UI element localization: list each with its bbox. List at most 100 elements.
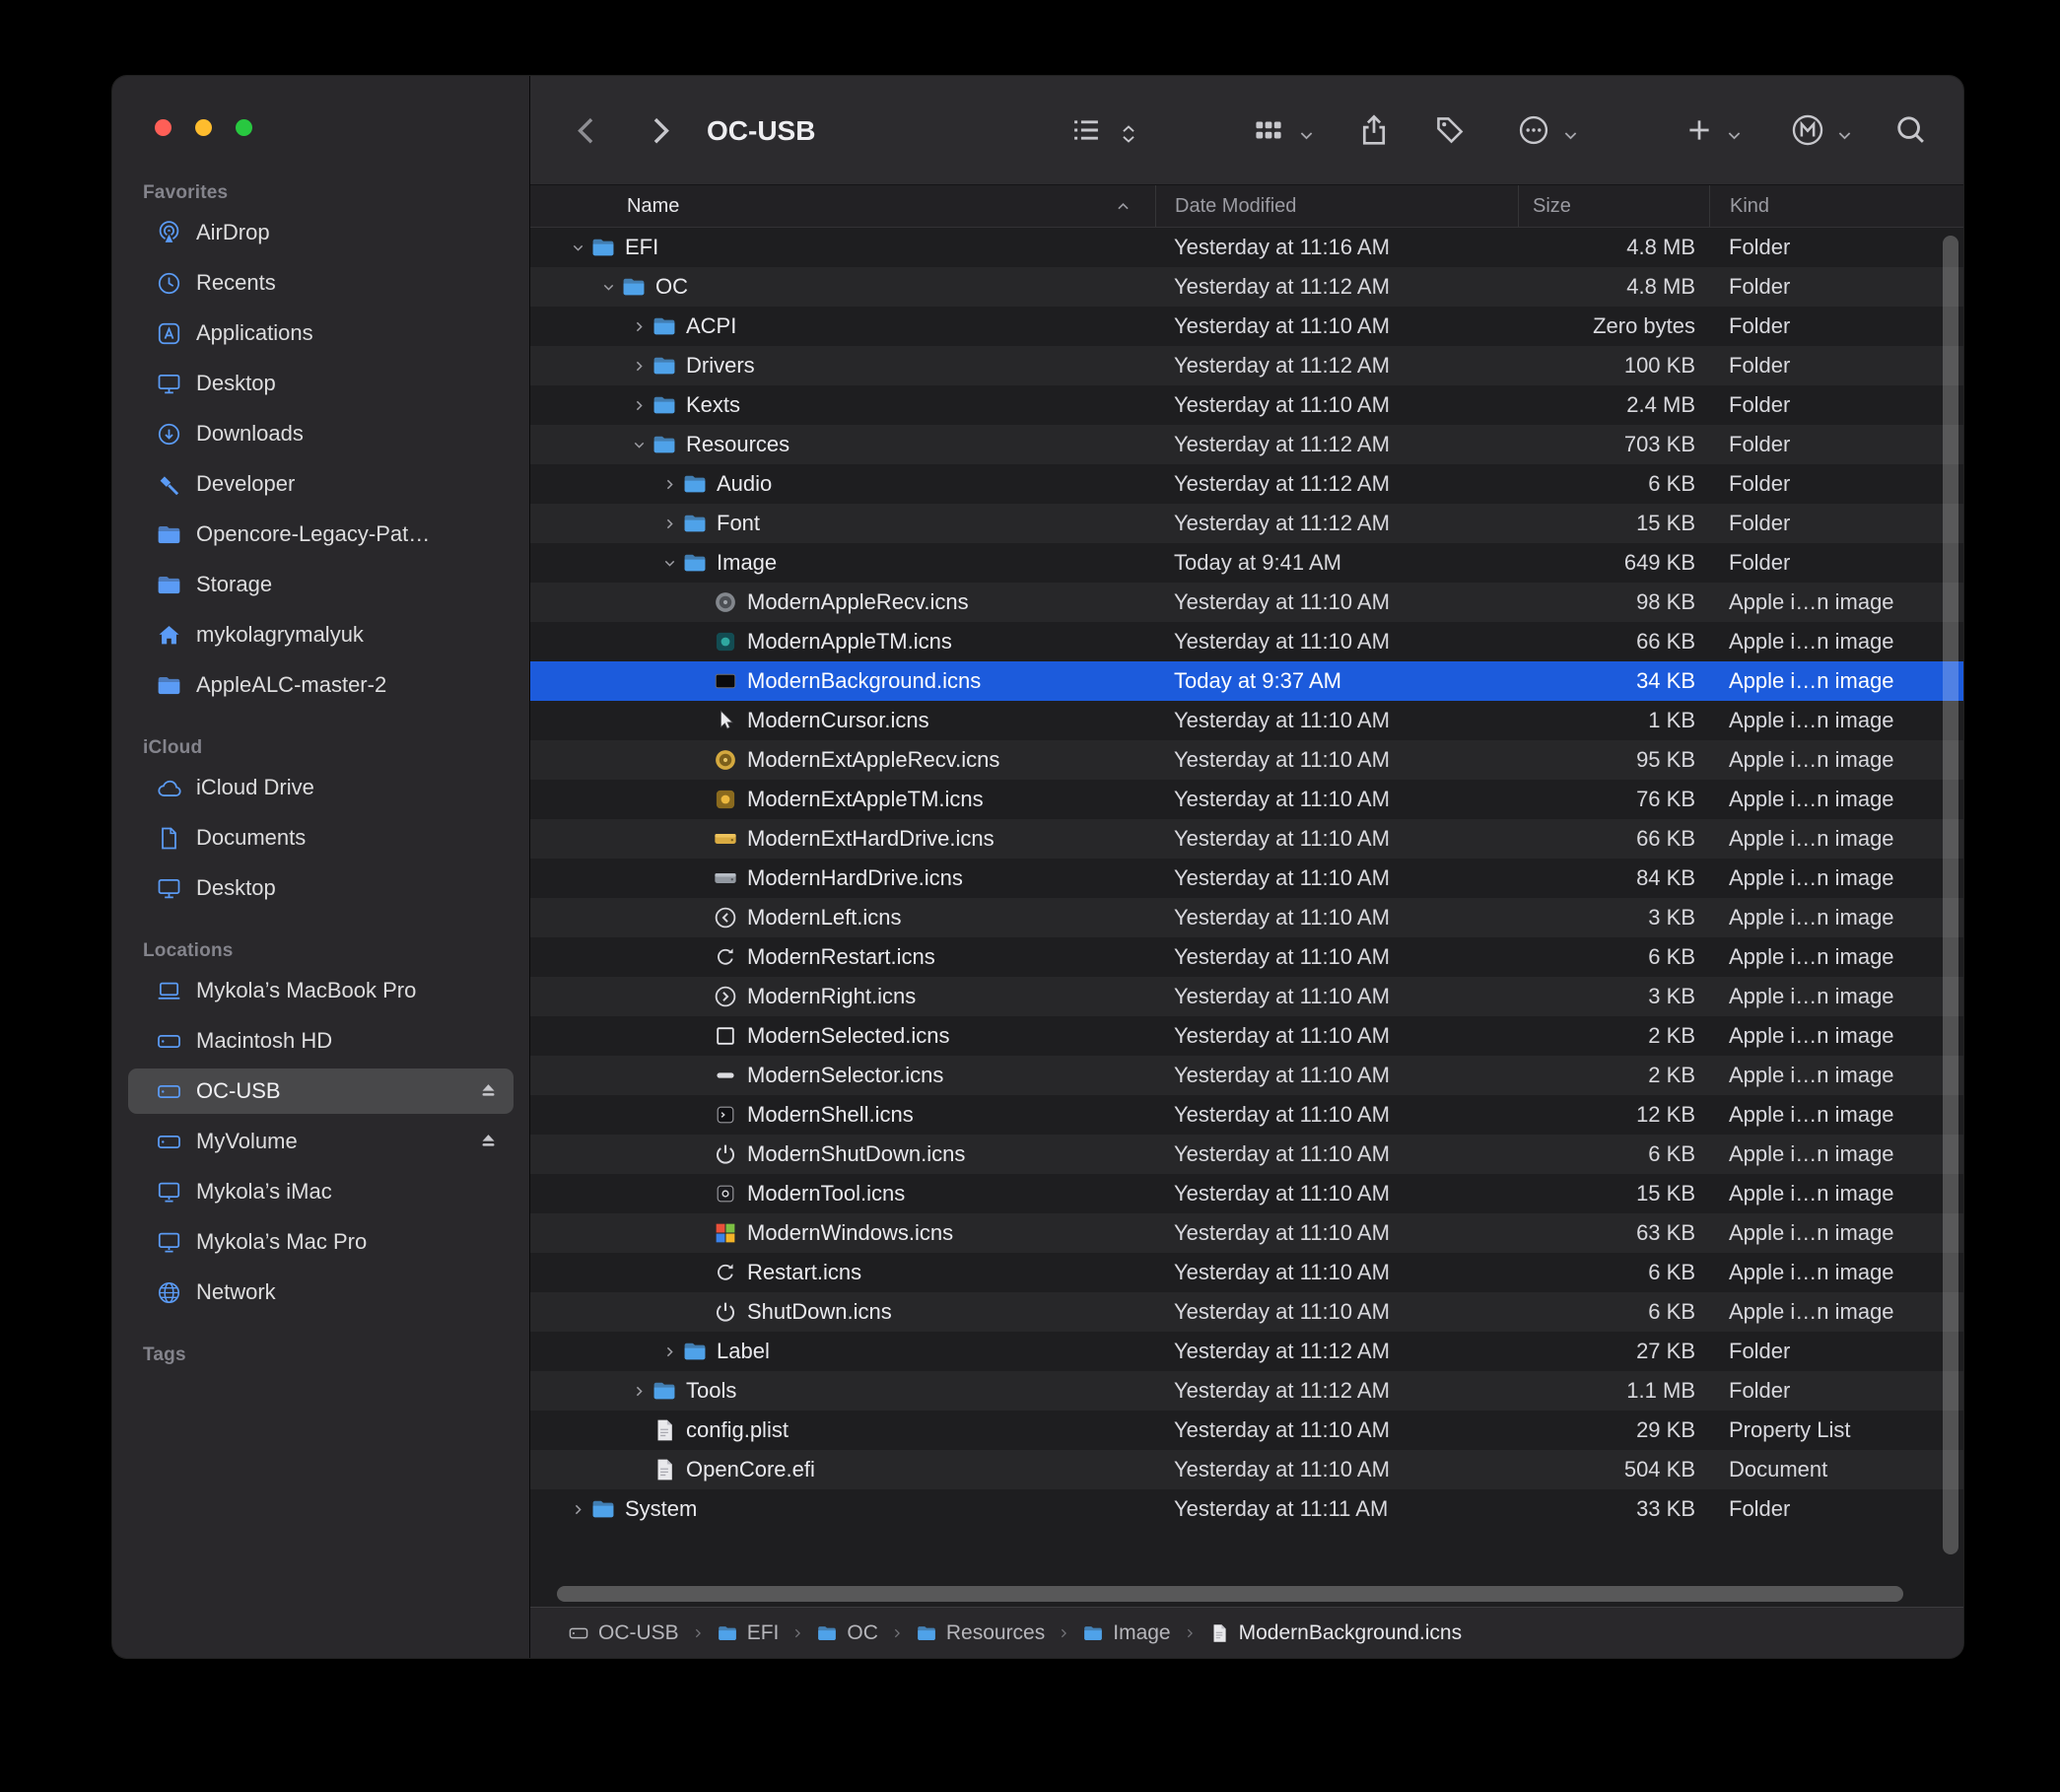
sidebar-item-icloud-drive[interactable]: iCloud Drive: [128, 765, 514, 810]
file-date-modified: Yesterday at 11:10 AM: [1155, 708, 1518, 733]
file-row[interactable]: ModernExtAppleRecv.icns Yesterday at 11:…: [530, 740, 1963, 780]
sidebar-item-mykolagrymalyuk[interactable]: mykolagrymalyuk: [128, 612, 514, 657]
file-row[interactable]: Resources Yesterday at 11:12 AM 703 KB F…: [530, 425, 1963, 464]
file-row[interactable]: Kexts Yesterday at 11:10 AM 2.4 MB Folde…: [530, 385, 1963, 425]
file-row[interactable]: ACPI Yesterday at 11:10 AM Zero bytes Fo…: [530, 307, 1963, 346]
file-row[interactable]: OpenCore.efi Yesterday at 11:10 AM 504 K…: [530, 1450, 1963, 1489]
sidebar-item-desktop[interactable]: Desktop: [128, 361, 514, 406]
file-name-cell: EFI: [530, 235, 1155, 260]
file-row[interactable]: Drivers Yesterday at 11:12 AM 100 KB Fol…: [530, 346, 1963, 385]
column-header-size[interactable]: Size: [1518, 185, 1709, 227]
file-row[interactable]: ModernCursor.icns Yesterday at 11:10 AM …: [530, 701, 1963, 740]
file-row[interactable]: ModernTool.icns Yesterday at 11:10 AM 15…: [530, 1174, 1963, 1213]
new-item-button[interactable]: [1684, 115, 1714, 145]
disclosure-triangle-icon[interactable]: [657, 1340, 682, 1364]
sidebar-item-documents[interactable]: Documents: [128, 815, 514, 861]
file-kind: Apple i…n image: [1709, 708, 1963, 733]
column-header-date-modified[interactable]: Date Modified: [1155, 185, 1518, 227]
file-row[interactable]: Font Yesterday at 11:12 AM 15 KB Folder: [530, 504, 1963, 543]
disclosure-triangle-icon[interactable]: [627, 354, 652, 379]
file-row[interactable]: System Yesterday at 11:11 AM 33 KB Folde…: [530, 1489, 1963, 1529]
view-mode-button[interactable]: [1069, 113, 1103, 147]
breadcrumb-item-image[interactable]: Image: [1082, 1621, 1170, 1645]
forward-button[interactable]: [643, 113, 676, 147]
file-date-modified: Yesterday at 11:10 AM: [1155, 589, 1518, 615]
sidebar-item-airdrop[interactable]: AirDrop: [128, 210, 514, 255]
file-row[interactable]: Tools Yesterday at 11:12 AM 1.1 MB Folde…: [530, 1371, 1963, 1411]
eject-button[interactable]: [477, 1131, 500, 1153]
sidebar-item-mykola-s-imac[interactable]: Mykola’s iMac: [128, 1169, 514, 1214]
sidebar-item-desktop[interactable]: Desktop: [128, 865, 514, 911]
zoom-button[interactable]: [236, 119, 252, 136]
file-row[interactable]: ModernAppleRecv.icns Yesterday at 11:10 …: [530, 583, 1963, 622]
file-row[interactable]: ModernWindows.icns Yesterday at 11:10 AM…: [530, 1213, 1963, 1253]
sidebar-item-storage[interactable]: Storage: [128, 562, 514, 607]
sidebar-item-applealc-master-2[interactable]: AppleALC-master-2: [128, 662, 514, 708]
search-button[interactable]: [1894, 113, 1928, 147]
disclosure-triangle-icon[interactable]: [657, 472, 682, 497]
file-row[interactable]: ModernRestart.icns Yesterday at 11:10 AM…: [530, 937, 1963, 977]
more-actions-button[interactable]: [1517, 113, 1550, 147]
horizontal-scrollbar-thumb[interactable]: [557, 1586, 1903, 1602]
vertical-scrollbar-thumb[interactable]: [1943, 236, 1958, 1554]
sidebar-item-mykola-s-macbook-pro[interactable]: Mykola’s MacBook Pro: [128, 968, 514, 1013]
group-button[interactable]: [1252, 113, 1285, 147]
tags-button[interactable]: [1433, 113, 1467, 147]
file-row[interactable]: ModernExtAppleTM.icns Yesterday at 11:10…: [530, 780, 1963, 819]
sidebar-item-macintosh-hd[interactable]: Macintosh HD: [128, 1018, 514, 1064]
file-row[interactable]: Audio Yesterday at 11:12 AM 6 KB Folder: [530, 464, 1963, 504]
disclosure-triangle-icon[interactable]: [627, 433, 652, 457]
sidebar-item-recents[interactable]: Recents: [128, 260, 514, 306]
sidebar-item-downloads[interactable]: Downloads: [128, 411, 514, 456]
file-row[interactable]: OC Yesterday at 11:12 AM 4.8 MB Folder: [530, 267, 1963, 307]
file-row[interactable]: ModernHardDrive.icns Yesterday at 11:10 …: [530, 859, 1963, 898]
file-row[interactable]: Image Today at 9:41 AM 649 KB Folder: [530, 543, 1963, 583]
file-row[interactable]: config.plist Yesterday at 11:10 AM 29 KB…: [530, 1411, 1963, 1450]
file-row[interactable]: ModernAppleTM.icns Yesterday at 11:10 AM…: [530, 622, 1963, 661]
file-row[interactable]: ModernShutDown.icns Yesterday at 11:10 A…: [530, 1135, 1963, 1174]
back-button[interactable]: [571, 113, 604, 147]
file-row[interactable]: ModernShell.icns Yesterday at 11:10 AM 1…: [530, 1095, 1963, 1135]
file-row[interactable]: ModernSelected.icns Yesterday at 11:10 A…: [530, 1016, 1963, 1056]
column-header-name[interactable]: Name: [530, 185, 1155, 227]
drive-icon: [568, 1622, 589, 1644]
sidebar-item-oc-usb[interactable]: OC-USB: [128, 1068, 514, 1114]
disclosure-triangle-icon[interactable]: [657, 512, 682, 536]
disclosure-triangle-icon[interactable]: [627, 393, 652, 418]
breadcrumb-item-resources[interactable]: Resources: [916, 1621, 1045, 1645]
file-row[interactable]: ShutDown.icns Yesterday at 11:10 AM 6 KB…: [530, 1292, 1963, 1332]
sidebar-item-applications[interactable]: Applications: [128, 310, 514, 356]
file-kind: Folder: [1709, 235, 1963, 260]
minimize-button[interactable]: [195, 119, 212, 136]
eject-button[interactable]: [477, 1080, 500, 1103]
disclosure-triangle-icon[interactable]: [657, 551, 682, 576]
breadcrumb-item-modernbackground-icns[interactable]: ModernBackground.icns: [1208, 1621, 1462, 1645]
file-row[interactable]: ModernExtHardDrive.icns Yesterday at 11:…: [530, 819, 1963, 859]
disclosure-triangle-icon[interactable]: [627, 314, 652, 339]
sidebar-item-developer[interactable]: Developer: [128, 461, 514, 507]
file-row[interactable]: ModernLeft.icns Yesterday at 11:10 AM 3 …: [530, 898, 1963, 937]
file-row[interactable]: ModernBackground.icns Today at 9:37 AM 3…: [530, 661, 1963, 701]
disclosure-triangle-icon[interactable]: [566, 1497, 590, 1522]
breadcrumb-item-efi[interactable]: EFI: [717, 1621, 780, 1645]
disclosure-triangle-icon[interactable]: [627, 1379, 652, 1404]
disclosure-triangle-icon[interactable]: [596, 275, 621, 300]
share-button[interactable]: [1356, 112, 1392, 148]
sidebar-item-opencore-legacy-pat[interactable]: Opencore-Legacy-Pat…: [128, 512, 514, 557]
disclosure-triangle-icon: [688, 1221, 713, 1246]
sidebar-section: Tags: [112, 1344, 529, 1366]
sidebar-item-myvolume[interactable]: MyVolume: [128, 1119, 514, 1164]
sidebar-item-mykola-s-mac-pro[interactable]: Mykola’s Mac Pro: [128, 1219, 514, 1265]
file-row[interactable]: Label Yesterday at 11:12 AM 27 KB Folder: [530, 1332, 1963, 1371]
breadcrumb-item-oc-usb[interactable]: OC-USB: [568, 1621, 679, 1645]
file-row[interactable]: EFI Yesterday at 11:16 AM 4.8 MB Folder: [530, 228, 1963, 267]
file-row[interactable]: ModernRight.icns Yesterday at 11:10 AM 3…: [530, 977, 1963, 1016]
file-row[interactable]: Restart.icns Yesterday at 11:10 AM 6 KB …: [530, 1253, 1963, 1292]
file-row[interactable]: ModernSelector.icns Yesterday at 11:10 A…: [530, 1056, 1963, 1095]
sidebar-item-network[interactable]: Network: [128, 1270, 514, 1315]
disclosure-triangle-icon[interactable]: [566, 236, 590, 260]
close-button[interactable]: [155, 119, 172, 136]
account-button[interactable]: [1790, 112, 1825, 148]
breadcrumb-item-oc[interactable]: OC: [816, 1621, 878, 1645]
column-header-kind[interactable]: Kind: [1709, 185, 1963, 227]
